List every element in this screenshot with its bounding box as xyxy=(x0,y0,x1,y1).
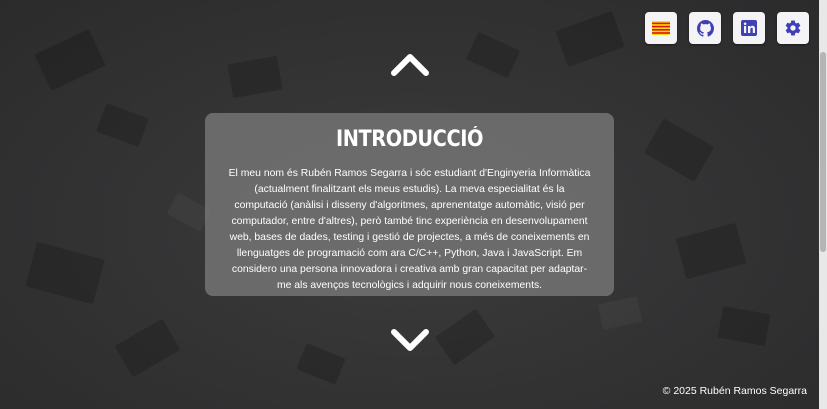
catalan-flag-icon xyxy=(652,21,670,35)
github-button[interactable] xyxy=(689,12,721,44)
gear-icon xyxy=(785,20,801,36)
page-scrollbar[interactable] xyxy=(819,0,827,409)
top-action-bar xyxy=(645,12,809,44)
footer-copyright: © 2025 Rubén Ramos Segarra xyxy=(662,385,807,397)
scrollbar-thumb[interactable] xyxy=(820,52,826,252)
language-button[interactable] xyxy=(645,12,677,44)
intro-title: INTRODUCCIÓ xyxy=(335,127,484,152)
settings-button[interactable] xyxy=(777,12,809,44)
scroll-down-button[interactable] xyxy=(390,328,430,354)
page-background: INTRODUCCIÓ El meu nom és Rubén Ramos Se… xyxy=(0,0,819,409)
chevron-down-icon xyxy=(390,329,429,351)
chevron-up-icon xyxy=(390,54,429,76)
linkedin-icon xyxy=(741,20,757,36)
github-icon xyxy=(696,19,714,37)
intro-body: El meu nom és Rubén Ramos Segarra i sóc … xyxy=(228,168,591,291)
scroll-up-button[interactable] xyxy=(390,51,430,77)
linkedin-button[interactable] xyxy=(733,12,765,44)
intro-card: INTRODUCCIÓ El meu nom és Rubén Ramos Se… xyxy=(205,113,614,296)
